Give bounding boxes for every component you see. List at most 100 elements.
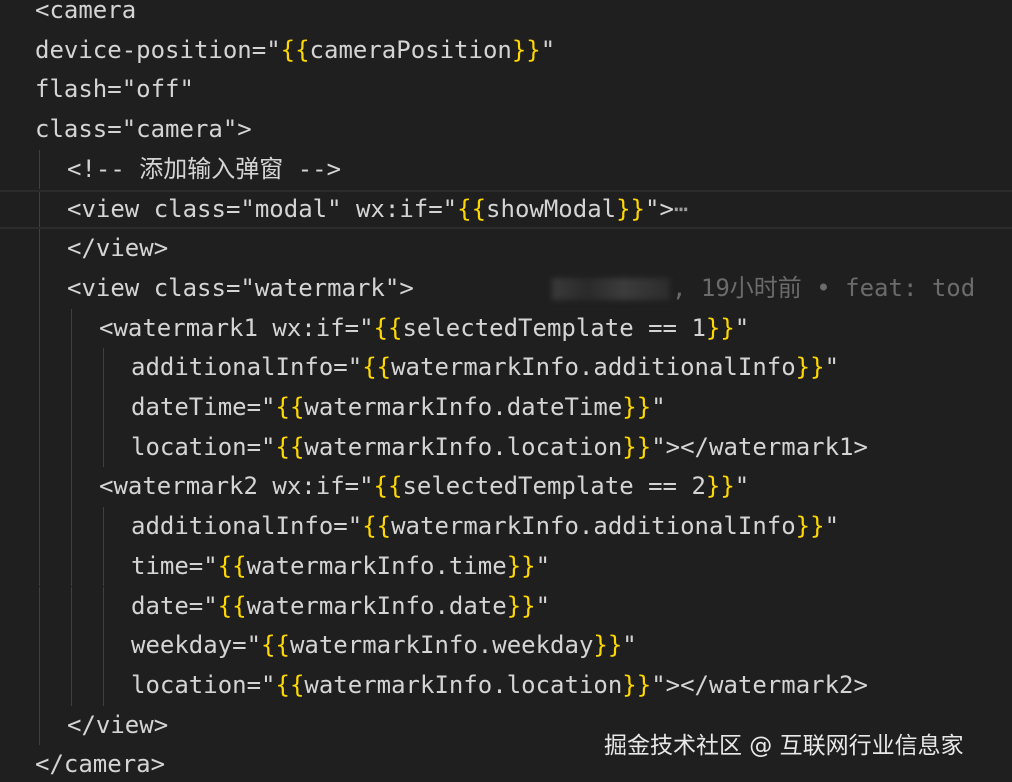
- template-brace: }}: [795, 353, 825, 382]
- code-line[interactable]: <!-- 添加输入弹窗 -->: [0, 149, 1012, 190]
- code-line[interactable]: class="camera">: [0, 110, 1012, 150]
- code-line[interactable]: weekday="{{watermarkInfo.weekday}}": [0, 626, 1012, 666]
- code-line[interactable]: <camera: [0, 0, 1012, 31]
- code-line[interactable]: </view>: [0, 229, 1012, 269]
- template-brace: }}: [616, 194, 645, 223]
- code-text: date="{{watermarkInfo.date}}": [131, 587, 550, 627]
- template-brace: }}: [705, 472, 735, 501]
- code-text: time="{{watermarkInfo.time}}": [131, 547, 550, 587]
- code-line[interactable]: flash="off": [0, 70, 1012, 110]
- template-brace: {{: [457, 194, 487, 223]
- template-brace: }}: [705, 313, 735, 342]
- indent-guide: [39, 586, 40, 627]
- code-text: device-position="{{cameraPosition}}": [35, 31, 555, 71]
- template-brace: {{: [217, 591, 247, 620]
- code-token: watermarkInfo.location: [304, 432, 623, 461]
- code-token: time=": [131, 551, 218, 580]
- indent-guide: [71, 388, 72, 428]
- indent-guide: [71, 427, 72, 468]
- indent-guide: [39, 191, 40, 228]
- code-line[interactable]: <view class="watermark"> , 19小时前 • feat: …: [0, 268, 1012, 309]
- code-token: date=": [131, 591, 218, 620]
- indent-guide: [71, 626, 72, 666]
- indent-guide: [39, 308, 40, 349]
- indent-guide: [103, 626, 104, 666]
- code-token: watermarkInfo.additionalInfo: [391, 512, 796, 541]
- code-line[interactable]: additionalInfo="{{watermarkInfo.addition…: [0, 507, 1012, 547]
- code-text: <view class="watermark">: [67, 269, 414, 309]
- code-line[interactable]: <watermark1 wx:if="{{selectedTemplate ==…: [0, 308, 1012, 349]
- indent-guide: [39, 427, 40, 468]
- code-token: device-position=": [35, 35, 281, 64]
- code-token: <watermark1 wx:if=": [99, 313, 374, 342]
- template-brace: }}: [622, 393, 652, 421]
- template-brace: }}: [506, 551, 536, 580]
- code-line[interactable]: <view class="modal" wx:if="{{showModal}}…: [0, 189, 1012, 230]
- template-brace: {{: [362, 353, 392, 382]
- code-token: flash="off": [35, 75, 194, 104]
- code-token: watermarkInfo.time: [246, 551, 507, 580]
- code-token: additionalInfo=": [131, 512, 363, 541]
- indent-guide: [39, 268, 40, 309]
- code-text: <!-- 添加输入弹窗 -->: [67, 150, 341, 190]
- indent-guide: [71, 308, 72, 349]
- code-text: additionalInfo="{{watermarkInfo.addition…: [131, 507, 839, 547]
- template-brace: {{: [275, 393, 305, 421]
- code-token: </view>: [67, 234, 169, 263]
- code-token: watermarkInfo.location: [304, 670, 623, 699]
- code-text: class="camera">: [35, 110, 252, 150]
- code-editor[interactable]: <camera device-position="{{cameraPosition…: [0, 0, 1012, 782]
- template-brace: {{: [275, 432, 305, 461]
- code-token: weekday=": [131, 631, 262, 660]
- indent-guide: [103, 388, 104, 428]
- code-token: <view class="watermark">: [67, 273, 414, 302]
- code-text: location="{{watermarkInfo.location}}"></…: [131, 666, 868, 706]
- git-blame-annotation: , 19小时前 • feat: tod: [552, 269, 975, 309]
- code-token: </view>: [67, 710, 169, 739]
- code-token: <camera: [35, 0, 137, 24]
- indent-guide: [39, 507, 40, 547]
- code-token: class="camera">: [35, 115, 252, 144]
- indent-guide: [71, 546, 72, 587]
- code-token: ": [824, 512, 840, 541]
- fold-ellipsis-icon[interactable]: ⋯: [674, 195, 688, 223]
- code-line[interactable]: device-position="{{cameraPosition}}": [0, 31, 1012, 71]
- code-line[interactable]: <watermark2 wx:if="{{selectedTemplate ==…: [0, 467, 1012, 508]
- code-token: </camera>: [35, 750, 166, 779]
- code-token: ": [734, 472, 750, 501]
- code-token: ": [824, 353, 840, 382]
- code-token: <!-- 添加输入弹窗 -->: [67, 154, 342, 183]
- code-line[interactable]: dateTime="{{watermarkInfo.dateTime}}": [0, 388, 1012, 428]
- code-token: dateTime=": [131, 393, 276, 421]
- indent-guide: [103, 507, 104, 547]
- code-text: flash="off": [35, 70, 194, 110]
- code-token: ": [540, 35, 556, 64]
- template-brace: {{: [261, 631, 290, 660]
- code-token: location=": [131, 670, 276, 699]
- code-token: cameraPosition: [309, 35, 512, 64]
- indent-guide: [39, 348, 40, 388]
- template-brace: {{: [280, 35, 310, 64]
- code-text: additionalInfo="{{watermarkInfo.addition…: [131, 348, 839, 388]
- code-token: ": [535, 551, 551, 580]
- code-line[interactable]: location="{{watermarkInfo.location}}"></…: [0, 665, 1012, 706]
- code-token: <view class="modal" wx:if=": [67, 194, 458, 223]
- indent-guide: [39, 467, 40, 508]
- code-token: selectedTemplate == 2: [402, 472, 706, 501]
- template-brace: {{: [217, 551, 247, 580]
- indent-guide: [71, 507, 72, 547]
- code-text: dateTime="{{watermarkInfo.dateTime}}": [131, 388, 666, 428]
- code-token: selectedTemplate == 1: [402, 313, 706, 342]
- template-brace: {{: [373, 472, 403, 501]
- template-brace: {{: [373, 313, 403, 342]
- blurred-author-name: [552, 277, 670, 300]
- code-line[interactable]: additionalInfo="{{watermarkInfo.addition…: [0, 348, 1012, 388]
- template-brace: }}: [511, 35, 541, 64]
- template-brace: {{: [275, 670, 305, 699]
- indent-guide: [103, 427, 104, 468]
- template-brace: {{: [362, 512, 392, 541]
- code-line[interactable]: location="{{watermarkInfo.location}}"></…: [0, 427, 1012, 468]
- code-token: ": [535, 591, 551, 620]
- code-line[interactable]: time="{{watermarkInfo.time}}": [0, 546, 1012, 587]
- code-line[interactable]: date="{{watermarkInfo.date}}": [0, 586, 1012, 627]
